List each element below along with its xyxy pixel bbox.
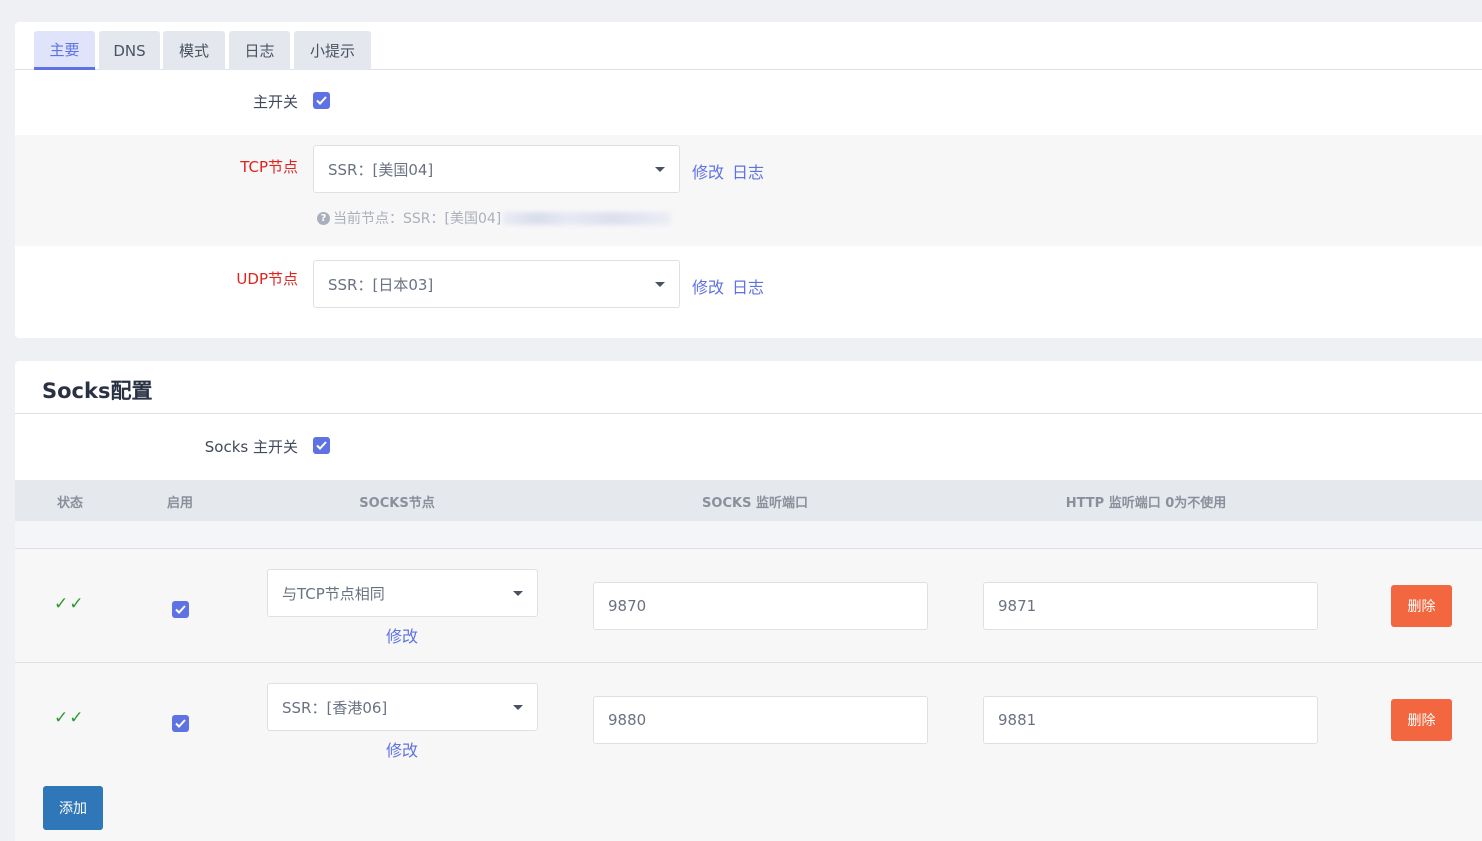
tab-bar: 主要 DNS 模式 日志 小提示: [15, 22, 1482, 70]
socks-node-select-value: SSR：[香港06]: [282, 698, 388, 717]
master-switch-label: 主开关: [252, 93, 298, 111]
tab-tips[interactable]: 小提示: [294, 31, 371, 70]
master-switch-row: 主开关: [15, 71, 1482, 135]
current-node-hint-text: 当前节点：SSR：[美国04]: [333, 211, 502, 227]
chevron-down-icon: [513, 591, 523, 596]
chevron-down-icon: [513, 705, 523, 710]
table-header: 状态 启用 SOCKS节点 SOCKS 监听端口 HTTP 监听端口 0为不使用: [15, 480, 1482, 521]
tcp-node-select[interactable]: SSR：[美国04]: [313, 145, 680, 193]
udp-node-row: UDP节点 SSR：[日本03] 修改 日志: [15, 246, 1482, 338]
tab-main[interactable]: 主要: [34, 31, 95, 70]
socks-switch-checkbox[interactable]: [313, 437, 330, 454]
socks-port-input[interactable]: 9870: [593, 582, 928, 630]
row-enabled-checkbox[interactable]: [172, 601, 189, 618]
socks-port-input[interactable]: 9880: [593, 696, 928, 744]
row-enabled-checkbox[interactable]: [172, 715, 189, 732]
current-node-hint: ? 当前节点：SSR：[美国04]: [317, 208, 672, 228]
redacted-address: [503, 211, 672, 225]
delete-button[interactable]: 删除: [1391, 585, 1452, 627]
tcp-node-edit-link[interactable]: 修改: [692, 159, 724, 183]
column-header-status: 状态: [56, 496, 84, 511]
column-header-socks-node: SOCKS节点: [359, 496, 435, 511]
column-header-socks-port: SOCKS 监听端口: [702, 496, 808, 511]
section-title: Socks配置: [42, 379, 153, 403]
tcp-node-label: TCP节点: [240, 158, 298, 176]
tcp-node-select-value: SSR：[美国04]: [328, 160, 434, 179]
checkmark-icon: [316, 96, 327, 105]
tcp-node-row: TCP节点 SSR：[美国04] 修改 日志 ? 当前节点：SSR：[美国04]: [15, 135, 1482, 246]
udp-node-label: UDP节点: [236, 270, 298, 288]
socks-node-select[interactable]: 与TCP节点相同: [267, 569, 538, 617]
socks-node-edit-link[interactable]: 修改: [386, 623, 418, 647]
socks-config-panel: Socks配置 Socks 主开关 状态 启用 SOCKS节点 SOCKS 监听…: [15, 361, 1482, 841]
question-circle-icon: ?: [317, 211, 330, 225]
chevron-down-icon: [655, 167, 665, 172]
tab-dns[interactable]: DNS: [99, 31, 160, 70]
udp-node-edit-link[interactable]: 修改: [692, 274, 724, 298]
socks-switch-row: Socks 主开关: [15, 414, 1482, 480]
udp-node-log-link[interactable]: 日志: [732, 274, 764, 298]
chevron-down-icon: [655, 282, 665, 287]
udp-node-select-value: SSR：[日本03]: [328, 275, 434, 294]
table-row: ✓✓ 与TCP节点相同 修改 9870 9871 删除: [15, 549, 1482, 663]
delete-button[interactable]: 删除: [1391, 699, 1452, 741]
tab-mode[interactable]: 模式: [163, 31, 225, 70]
column-header-enabled: 启用: [166, 496, 194, 511]
table-row: ✓✓ SSR：[香港06] 修改 9880 9881 删除: [15, 663, 1482, 841]
checkmark-icon: [175, 719, 186, 728]
status-ok-icon: ✓✓: [54, 594, 85, 614]
table-spacer-row: [15, 521, 1482, 549]
add-button[interactable]: 添加: [43, 786, 103, 830]
column-header-http-port: HTTP 监听端口 0为不使用: [1065, 496, 1227, 511]
status-ok-icon: ✓✓: [54, 708, 85, 728]
socks-node-select[interactable]: SSR：[香港06]: [267, 683, 538, 731]
http-port-input[interactable]: 9881: [983, 696, 1318, 744]
udp-node-select[interactable]: SSR：[日本03]: [313, 260, 680, 308]
socks-node-edit-link[interactable]: 修改: [386, 737, 418, 761]
socks-switch-label: Socks 主开关: [204, 438, 298, 456]
checkmark-icon: [175, 605, 186, 614]
main-settings-panel: 主要 DNS 模式 日志 小提示 主开关 TCP节点 SSR：[美国04] 修改…: [15, 22, 1482, 338]
socks-node-select-value: 与TCP节点相同: [282, 584, 385, 603]
checkmark-icon: [316, 441, 327, 450]
http-port-input[interactable]: 9871: [983, 582, 1318, 630]
tab-log[interactable]: 日志: [229, 31, 290, 70]
master-switch-checkbox[interactable]: [313, 92, 330, 109]
tcp-node-log-link[interactable]: 日志: [732, 159, 764, 183]
